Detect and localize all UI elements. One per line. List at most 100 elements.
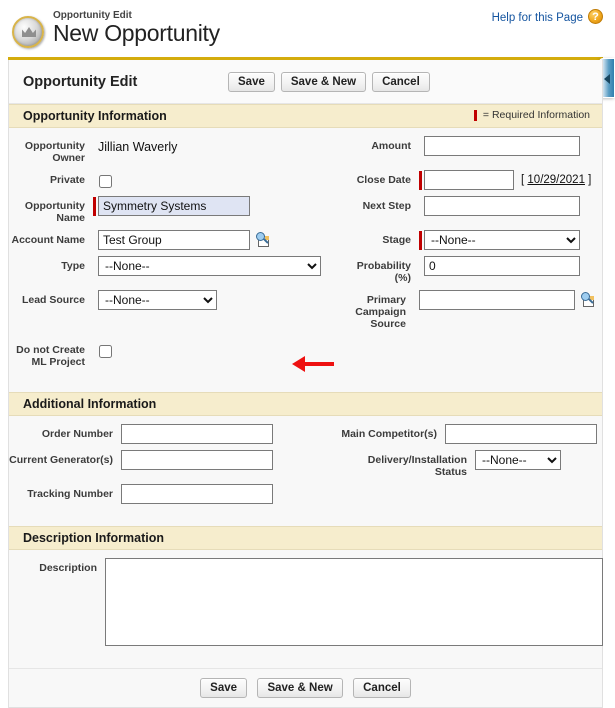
delivery-installation-status-select[interactable]: --None--	[475, 450, 561, 470]
cancel-button-top[interactable]: Cancel	[372, 71, 430, 92]
section-body-description-information: Description	[9, 550, 603, 668]
order-number-input[interactable]	[121, 424, 273, 444]
required-spacer	[93, 257, 96, 276]
required-marker-icon	[419, 230, 422, 250]
required-spacer	[93, 136, 96, 155]
close-date-input[interactable]	[424, 170, 514, 190]
field-private: Private	[9, 170, 339, 189]
cancel-button-bottom[interactable]: Cancel	[353, 678, 411, 698]
field-row: Lead Source --None-- Primary Campaign So…	[9, 290, 602, 330]
field-label: Stage	[382, 234, 411, 246]
field-label: Current Generator(s)	[9, 454, 113, 466]
field-label: Account Name	[11, 234, 85, 246]
opportunity-coin-icon	[12, 16, 44, 48]
close-date-today-link[interactable]: 10/29/2021	[527, 174, 585, 186]
field-opportunity-owner: Opportunity Owner Jillian Waverly	[9, 136, 339, 164]
section-header-opportunity-information: Opportunity Information = Required Infor…	[9, 104, 602, 128]
type-select[interactable]: --None--	[98, 256, 321, 276]
section-header-additional-information: Additional Information	[9, 392, 602, 416]
save-and-new-button-bottom[interactable]: Save & New	[257, 678, 343, 698]
field-delivery-installation-status: Delivery/Installation Status --None--	[339, 450, 597, 478]
required-spacer	[419, 197, 422, 216]
required-marker-icon	[473, 109, 477, 121]
field-label: Order Number	[41, 428, 113, 440]
field-label: Primary Campaign Source	[355, 294, 406, 330]
field-row: Opportunity Name Next Step	[9, 196, 602, 224]
field-label: Opportunity Name	[24, 200, 85, 224]
edit-footer-toolbar: Save Save & New Cancel	[9, 668, 602, 707]
next-step-input[interactable]	[424, 196, 580, 216]
field-label: Description	[39, 562, 97, 574]
probability-input[interactable]	[424, 256, 580, 276]
section-body-opportunity-information: Opportunity Owner Jillian Waverly Amount	[9, 128, 602, 392]
field-row: Private Close Date [ 10/29/2021]	[9, 170, 602, 190]
required-spacer	[414, 291, 417, 310]
field-label: Main Competitor(s)	[341, 428, 437, 440]
lead-source-select[interactable]: --None--	[98, 290, 217, 310]
field-stage: Stage --None--	[339, 230, 597, 250]
private-checkbox[interactable]	[99, 174, 112, 188]
required-spacer	[419, 257, 422, 276]
field-label: Amount	[371, 140, 411, 152]
account-name-input[interactable]	[98, 230, 250, 250]
field-opportunity-name: Opportunity Name	[9, 196, 339, 224]
field-row: Tracking Number	[9, 484, 602, 504]
stage-select[interactable]: --None--	[424, 230, 580, 250]
field-label: Do not Create ML Project	[16, 344, 85, 368]
field-label: Opportunity Owner	[24, 140, 85, 164]
field-label: Probability (%)	[356, 260, 411, 284]
section-title: Opportunity Information	[23, 109, 167, 123]
field-account-name: Account Name	[9, 230, 339, 250]
field-close-date: Close Date [ 10/29/2021 ]	[339, 170, 597, 190]
field-row: Order Number Main Competitor(s)	[9, 424, 602, 444]
field-label: Delivery/Installation Status	[367, 454, 467, 478]
do-not-create-ml-project-checkbox[interactable]	[99, 344, 112, 358]
description-textarea[interactable]	[105, 558, 603, 646]
save-button-bottom[interactable]: Save	[200, 678, 248, 698]
opportunity-owner-value: Jillian Waverly	[98, 140, 178, 154]
tracking-number-input[interactable]	[121, 484, 273, 504]
field-row: Account Name Stage	[9, 230, 602, 250]
field-label: Private	[49, 174, 85, 186]
close-date-today-link-wrap: [ 10/29/2021 ]	[521, 174, 591, 186]
required-spacer	[419, 137, 422, 156]
field-row: Current Generator(s) Delivery/Installati…	[9, 450, 602, 478]
field-row: Description	[9, 558, 603, 646]
field-amount: Amount	[339, 136, 597, 156]
section-title: Additional Information	[23, 397, 157, 411]
current-generators-input[interactable]	[121, 450, 273, 470]
field-main-competitors: Main Competitor(s)	[339, 424, 597, 444]
bracket-close: ]	[588, 174, 592, 186]
bracket-open: [	[521, 174, 525, 186]
main-competitors-input[interactable]	[445, 424, 597, 444]
help-for-this-page-link[interactable]: Help for this Page	[492, 12, 583, 24]
save-button-top[interactable]: Save	[228, 71, 275, 92]
required-legend-text: = Required Information	[482, 109, 590, 121]
required-spacer	[93, 291, 96, 310]
edit-toolbar: Opportunity Edit Save Save & New Cancel	[9, 60, 602, 104]
section-title: Description Information	[23, 531, 164, 545]
lookup-search-icon[interactable]	[581, 292, 597, 308]
opportunity-name-input[interactable]	[98, 196, 250, 216]
required-spacer	[93, 231, 96, 250]
field-primary-campaign-source: Primary Campaign Source	[339, 290, 597, 330]
field-label: Lead Source	[21, 294, 85, 306]
field-label: Type	[61, 260, 85, 272]
required-information-legend: = Required Information	[473, 109, 590, 121]
page-title: New Opportunity	[53, 20, 220, 46]
field-current-generators: Current Generator(s)	[9, 450, 339, 470]
required-spacer	[93, 170, 96, 189]
amount-input[interactable]	[424, 136, 580, 156]
field-label: Tracking Number	[27, 488, 113, 500]
question-mark-icon[interactable]: ?	[588, 9, 603, 24]
lookup-search-icon[interactable]	[256, 232, 272, 248]
field-type: Type --None--	[9, 256, 339, 276]
save-and-new-button-top[interactable]: Save & New	[280, 71, 367, 92]
field-label: Next Step	[362, 200, 411, 212]
required-marker-icon	[419, 170, 422, 190]
primary-campaign-source-input[interactable]	[419, 290, 575, 310]
field-probability: Probability (%)	[339, 256, 597, 284]
field-next-step: Next Step	[339, 196, 597, 216]
panel-title: Opportunity Edit	[23, 73, 138, 90]
field-label: Close Date	[356, 174, 411, 186]
